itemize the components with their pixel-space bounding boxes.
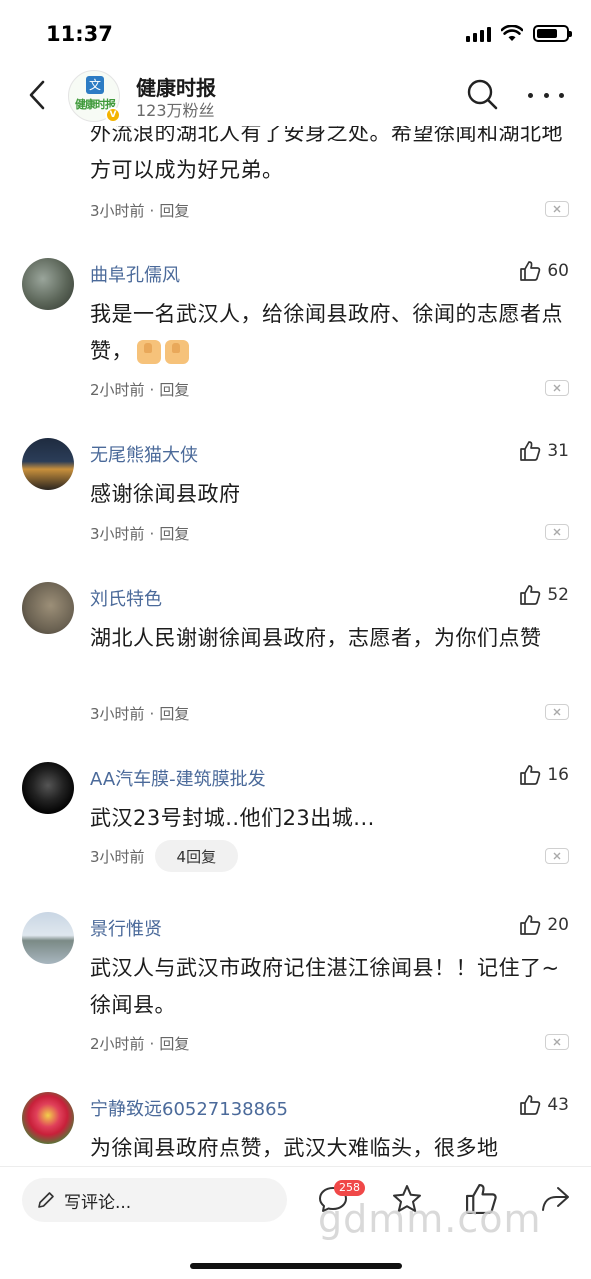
comment-author[interactable]: 景行惟贤 <box>90 915 162 941</box>
comment-meta: 3小时前 · 回复 <box>90 703 190 724</box>
close-icon <box>553 384 561 392</box>
status-icons <box>466 25 572 42</box>
avatar[interactable] <box>22 438 74 490</box>
back-arrow-icon <box>29 80 45 110</box>
comment-meta: 3小时前 4回复 <box>90 840 239 872</box>
thumb-up-icon <box>520 1095 541 1115</box>
like-count: 52 <box>547 585 569 605</box>
dismiss-button[interactable] <box>545 201 569 217</box>
back-button[interactable] <box>20 78 54 112</box>
share-button[interactable] <box>538 1182 572 1216</box>
more-icon <box>528 92 533 98</box>
watermark: gdmm.com <box>318 1197 542 1241</box>
comment-count-badge: 258 <box>334 1180 365 1196</box>
like-count: 60 <box>547 261 569 281</box>
status-time: 11:37 <box>46 22 113 46</box>
comment-time: 2小时前 <box>90 381 145 399</box>
comment-input-placeholder: 写评论... <box>64 1192 132 1213</box>
dismiss-button[interactable] <box>545 380 569 396</box>
comment-list: 外流浪的湖北人有了安身之处。希望徐闻和湖北地方可以成为好兄弟。 3小时前 · 回复 … <box>0 126 591 1166</box>
article-header: 文 健康时报 V 健康时报 123万粉丝 <box>0 64 591 126</box>
logo-icon: 文 <box>86 76 104 94</box>
comment-time: 2小时前 <box>90 1035 145 1053</box>
comment-time: 3小时前 <box>90 202 145 220</box>
reply-button[interactable]: 回复 <box>159 1033 189 1054</box>
like-count: 43 <box>547 1095 569 1115</box>
pencil-icon <box>38 1192 54 1208</box>
thumb-up-icon <box>520 585 541 605</box>
status-bar: 11:37 <box>0 0 591 64</box>
reply-button[interactable]: 回复 <box>159 379 189 400</box>
view-replies-button[interactable]: 4回复 <box>154 840 239 872</box>
reply-button[interactable]: 回复 <box>159 523 189 544</box>
battery-icon <box>533 25 572 42</box>
close-icon <box>553 1038 561 1046</box>
like-count: 16 <box>547 765 569 785</box>
like-button[interactable]: 43 <box>519 1094 569 1116</box>
home-indicator[interactable] <box>190 1263 402 1269</box>
comment-meta: 3小时前 · 回复 <box>90 523 190 544</box>
wifi-icon <box>501 25 523 41</box>
comment-meta: 3小时前 · 回复 <box>90 200 190 221</box>
comment-text: 我是一名武汉人，给徐闻县政府、徐闻的志愿者点赞， <box>90 296 570 370</box>
signal-icon <box>466 26 491 42</box>
comment-time: 3小时前 <box>90 705 145 723</box>
like-button[interactable]: 16 <box>519 764 569 786</box>
thumb-up-icon <box>520 441 541 461</box>
avatar[interactable] <box>22 258 74 310</box>
like-button[interactable]: 20 <box>519 914 569 936</box>
comment-text: 湖北人民谢谢徐闻县政府，志愿者，为你们点赞 <box>90 626 542 650</box>
avatar[interactable] <box>22 582 74 634</box>
comment-text: 武汉23号封城..他们23出城... <box>90 806 375 830</box>
more-button[interactable] <box>528 82 564 108</box>
thumbs-up-emoji-icon <box>137 340 161 364</box>
comment-text: 武汉人与武汉市政府记住湛江徐闻县！！记住了~徐闻县。 <box>90 956 560 1017</box>
dismiss-button[interactable] <box>545 848 569 864</box>
account-avatar[interactable]: 文 健康时报 V <box>68 70 121 123</box>
close-icon <box>553 708 561 716</box>
dismiss-button[interactable] <box>545 1034 569 1050</box>
dismiss-button[interactable] <box>545 524 569 540</box>
thumbs-up-emoji-icon <box>165 340 189 364</box>
comment-text: 为徐闻县政府点赞，武汉大难临头，很多地 <box>90 1136 499 1160</box>
avatar[interactable] <box>22 762 74 814</box>
comment-text: 感谢徐闻县政府 <box>90 482 241 506</box>
close-icon <box>553 528 561 536</box>
comment-author[interactable]: 曲阜孔儒风 <box>90 261 180 287</box>
reply-button[interactable]: 回复 <box>159 200 189 221</box>
comment-author[interactable]: AA汽车膜-建筑膜批发 <box>90 765 266 791</box>
thumb-up-icon <box>520 765 541 785</box>
avatar[interactable] <box>22 912 74 964</box>
share-icon <box>542 1187 569 1211</box>
like-button[interactable]: 52 <box>519 584 569 606</box>
like-count: 31 <box>547 441 569 461</box>
search-icon <box>467 79 498 110</box>
dismiss-button[interactable] <box>545 704 569 720</box>
search-button[interactable] <box>466 78 498 110</box>
like-button[interactable]: 60 <box>519 260 569 282</box>
close-icon <box>553 205 561 213</box>
like-button[interactable]: 31 <box>519 440 569 462</box>
verified-badge-icon: V <box>105 107 121 123</box>
comment-input[interactable]: 写评论... <box>22 1178 287 1222</box>
reply-button[interactable]: 回复 <box>159 703 189 724</box>
comment-author[interactable]: 无尾熊猫大侠 <box>90 441 198 467</box>
thumb-up-icon <box>520 261 541 281</box>
comment-meta: 2小时前 · 回复 <box>90 379 190 400</box>
comment-author[interactable]: 刘氏特色 <box>90 585 162 611</box>
bottom-bar: 写评论... 258 gdmm.com <box>0 1166 591 1279</box>
comment-meta: 2小时前 · 回复 <box>90 1033 190 1054</box>
close-icon <box>553 852 561 860</box>
comment-time: 3小时前 <box>90 525 145 543</box>
thumb-up-icon <box>520 915 541 935</box>
account-fans: 123万粉丝 <box>136 101 215 120</box>
comment-author[interactable]: 宁静致远60527138865 <box>90 1095 288 1121</box>
comment-time: 3小时前 <box>90 847 145 866</box>
avatar[interactable] <box>22 1092 74 1144</box>
comment-text: 外流浪的湖北人有了安身之处。希望徐闻和湖北地方可以成为好兄弟。 <box>90 126 563 182</box>
like-count: 20 <box>547 915 569 935</box>
